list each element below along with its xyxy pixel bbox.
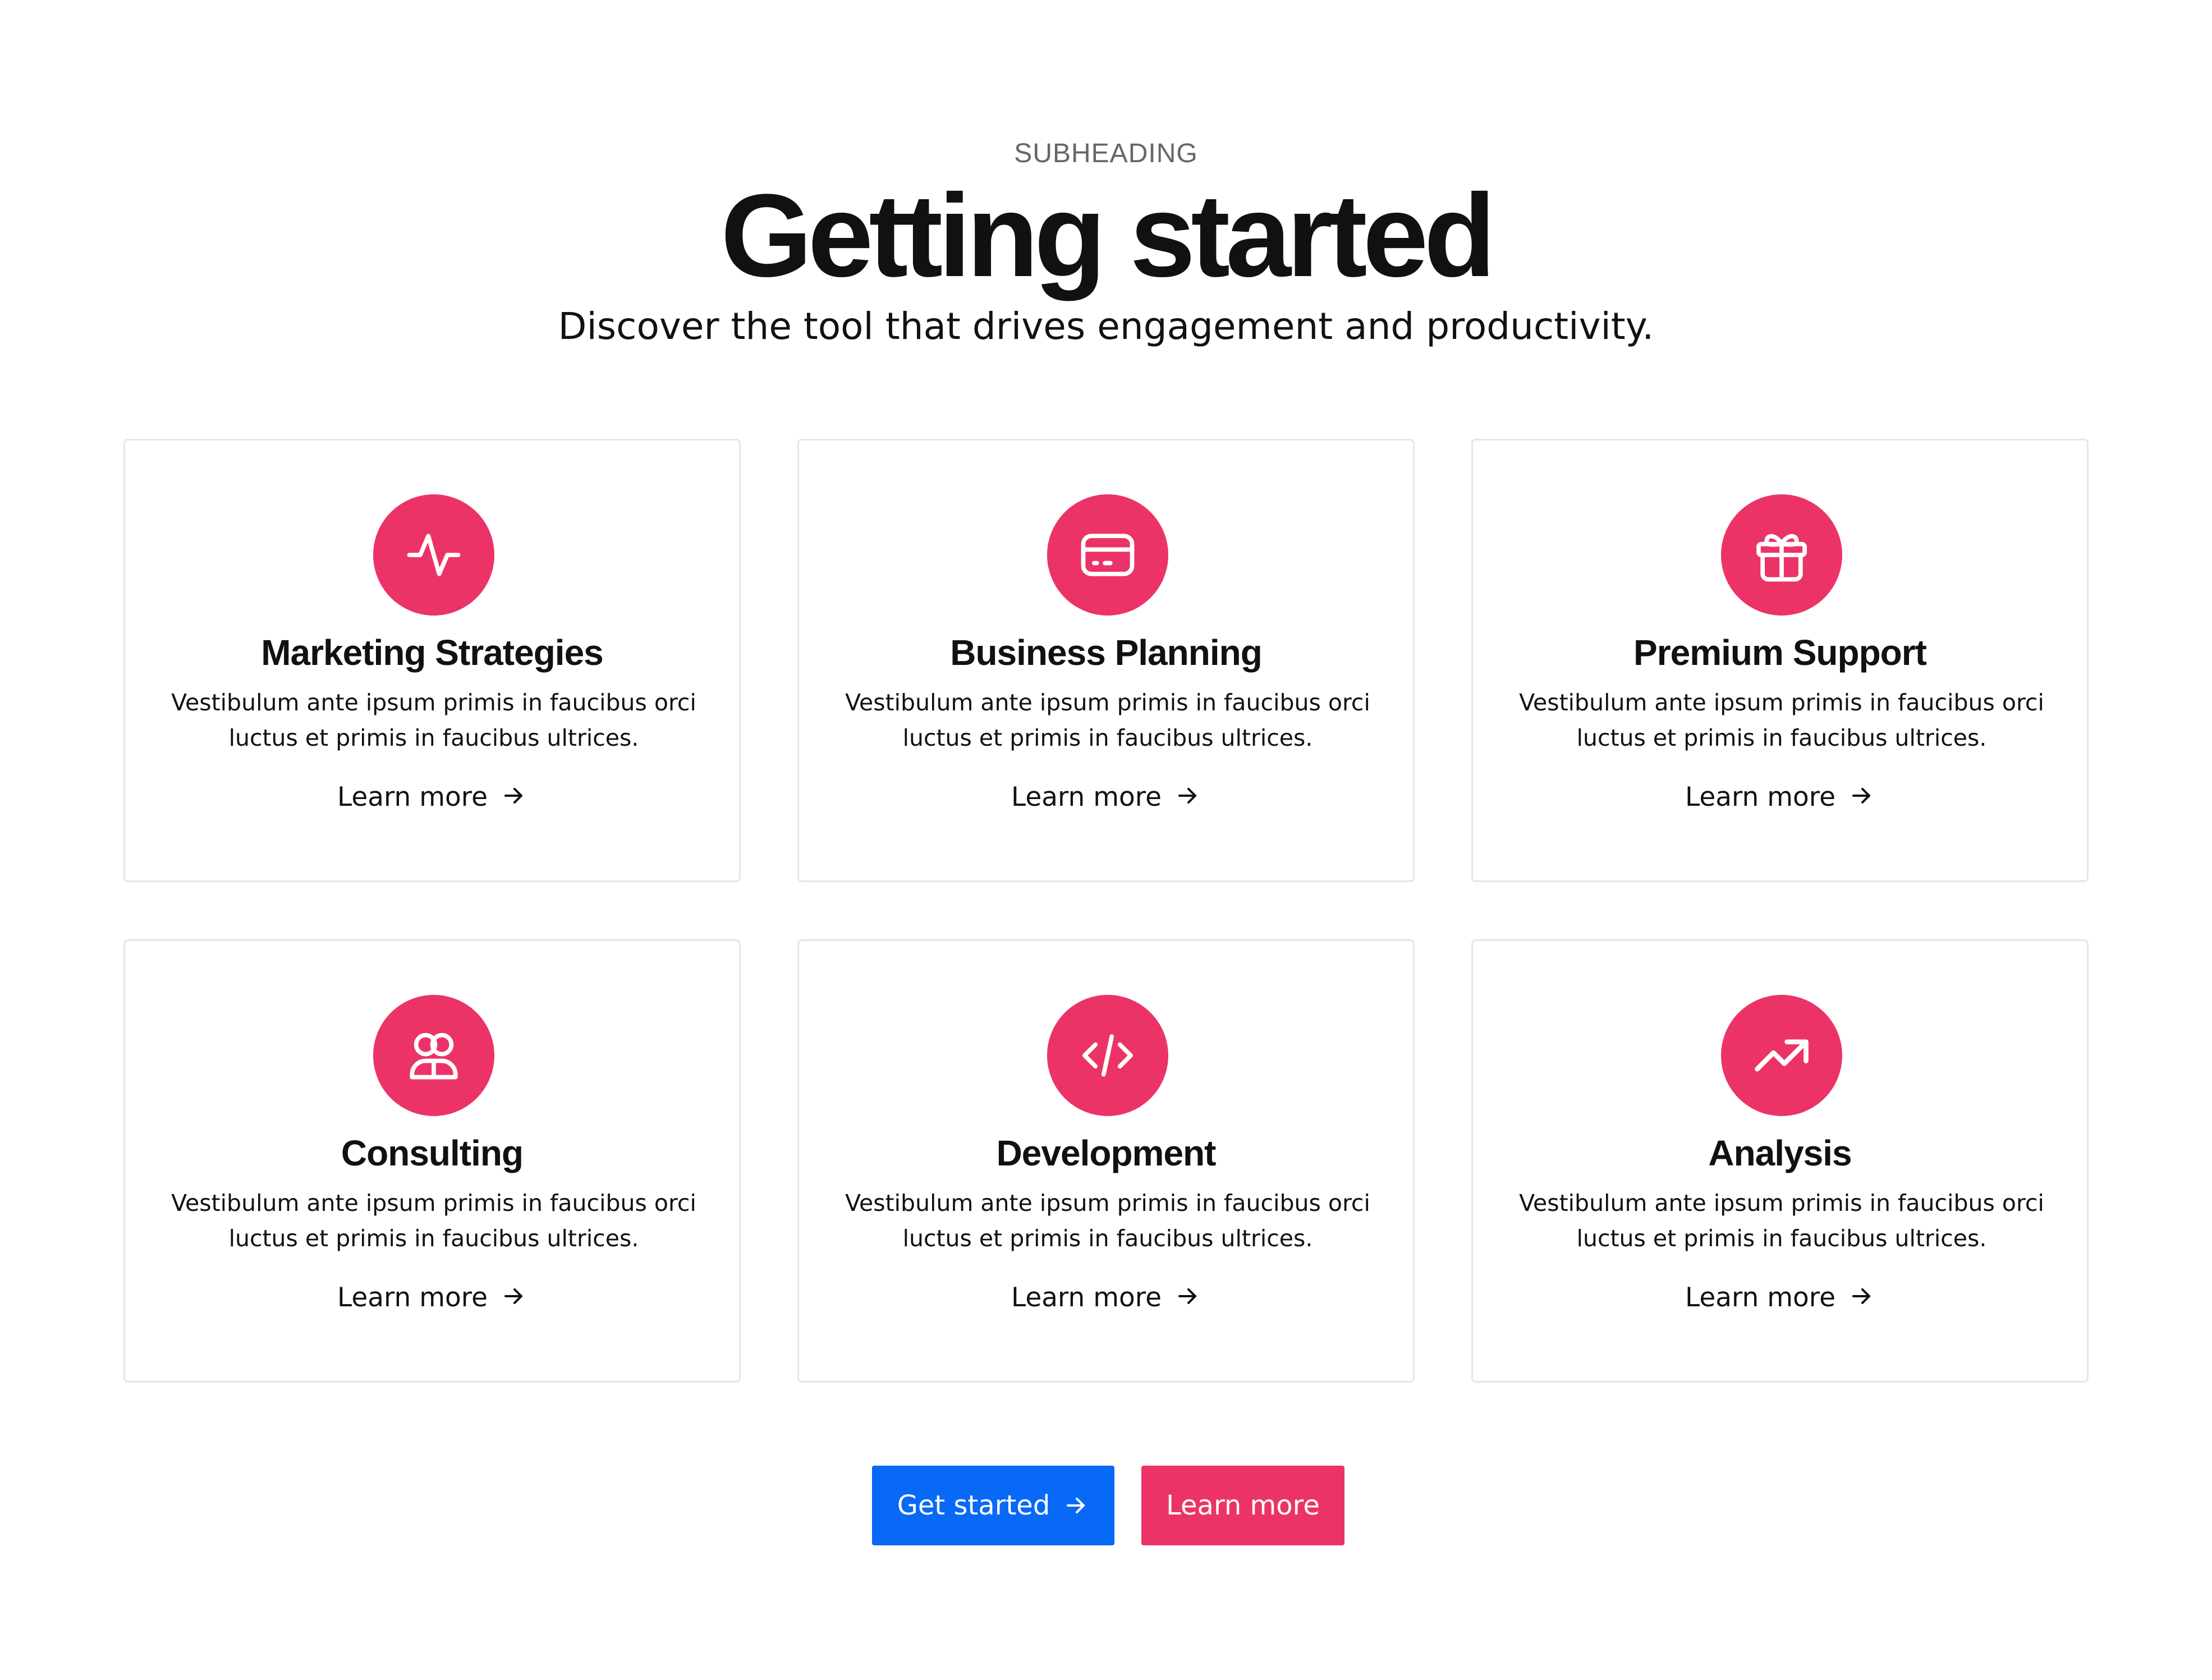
card-title: Analysis xyxy=(1708,1133,1852,1173)
users-icon xyxy=(373,995,494,1116)
learn-more-label: Learn more xyxy=(337,782,488,813)
learn-more-button[interactable]: Learn more xyxy=(1141,1466,1344,1545)
feature-card-analysis: Analysis Vestibulum ante ipsum primis in… xyxy=(1471,939,2089,1383)
feature-card-premium-support: Premium Support Vestibulum ante ipsum pr… xyxy=(1471,439,2089,882)
learn-more-link[interactable]: Learn more xyxy=(125,779,739,815)
get-started-button[interactable]: Get started xyxy=(872,1466,1114,1545)
feature-card-marketing-strategies: Marketing Strategies Vestibulum ante ips… xyxy=(123,439,741,882)
arrow-right-icon xyxy=(1067,1498,1085,1513)
subheading: SUBHEADING xyxy=(1014,139,1198,168)
card-title: Development xyxy=(996,1133,1217,1173)
arrow-right-icon xyxy=(1852,788,1871,804)
trending-up-icon xyxy=(1721,995,1842,1116)
learn-more-link[interactable]: Learn more xyxy=(1473,1280,2087,1316)
features-page: SUBHEADING Getting started Discover the … xyxy=(0,0,2212,1680)
learn-more-link[interactable]: Learn more xyxy=(1473,779,2087,815)
page-title: Getting started xyxy=(720,169,1495,301)
learn-more-label: Learn more xyxy=(1685,1282,1836,1313)
code-icon xyxy=(1047,995,1168,1116)
learn-more-link[interactable]: Learn more xyxy=(799,1280,1413,1316)
card-description: Vestibulum ante ipsum primis in faucibus… xyxy=(845,689,1370,751)
feature-card-consulting: Consulting Vestibulum ante ipsum primis … xyxy=(123,939,741,1383)
card-description: Vestibulum ante ipsum primis in faucibus… xyxy=(1519,1190,2044,1252)
card-title: Business Planning xyxy=(950,632,1263,673)
learn-more-label: Learn more xyxy=(1011,1282,1162,1313)
arrow-right-icon xyxy=(1852,1288,1871,1304)
learn-more-link[interactable]: Learn more xyxy=(125,1280,739,1316)
learn-more-label: Learn more xyxy=(1685,782,1836,813)
learn-more-link[interactable]: Learn more xyxy=(799,779,1413,815)
arrow-right-icon xyxy=(504,788,523,804)
arrow-right-icon xyxy=(1178,788,1197,804)
feature-card-business-planning: Business Planning Vestibulum ante ipsum … xyxy=(797,439,1415,882)
activity-icon xyxy=(373,494,494,616)
lead-text: Discover the tool that drives engagement… xyxy=(558,305,1654,348)
card-title: Premium Support xyxy=(1633,632,1927,673)
card-description: Vestibulum ante ipsum primis in faucibus… xyxy=(845,1190,1370,1252)
card-title: Consulting xyxy=(341,1133,524,1173)
feature-card-development: Development Vestibulum ante ipsum primis… xyxy=(797,939,1415,1383)
card-title: Marketing Strategies xyxy=(261,632,604,673)
arrow-right-icon xyxy=(504,1288,523,1304)
get-started-label: Get started xyxy=(897,1490,1050,1521)
gift-icon xyxy=(1721,494,1842,616)
credit-card-icon xyxy=(1047,494,1168,616)
learn-more-label: Learn more xyxy=(1011,782,1162,813)
card-description: Vestibulum ante ipsum primis in faucibus… xyxy=(1519,689,2044,751)
learn-more-button-label: Learn more xyxy=(1166,1490,1320,1521)
card-description: Vestibulum ante ipsum primis in faucibus… xyxy=(171,1190,696,1252)
learn-more-label: Learn more xyxy=(337,1282,488,1313)
arrow-right-icon xyxy=(1178,1288,1197,1304)
card-description: Vestibulum ante ipsum primis in faucibus… xyxy=(171,689,696,751)
